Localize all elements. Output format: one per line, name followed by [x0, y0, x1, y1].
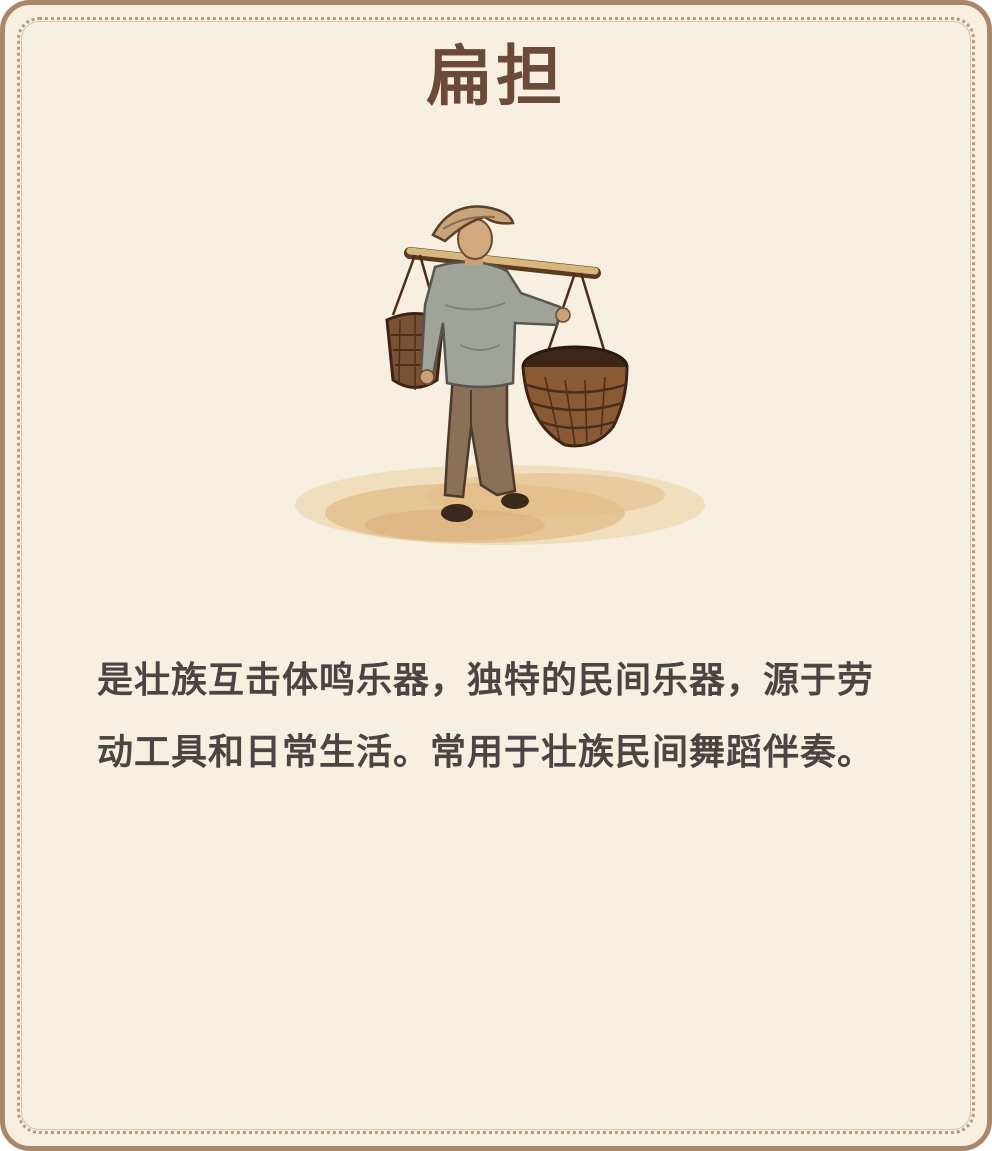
instrument-card: 扁担 是壮族互击体鸣乐器，独特的民间乐器，源于劳动工具和日常生活。常用于壮族民间…	[0, 0, 992, 1151]
right-basket	[521, 345, 629, 448]
card-title: 扁担	[426, 38, 566, 115]
man-carrying-shoulder-pole-baskets-icon	[295, 205, 705, 545]
instrument-description: 是壮族互击体鸣乐器，独特的民间乐器，源于劳动工具和日常生活。常用于壮族民间舞蹈伴…	[97, 660, 875, 773]
